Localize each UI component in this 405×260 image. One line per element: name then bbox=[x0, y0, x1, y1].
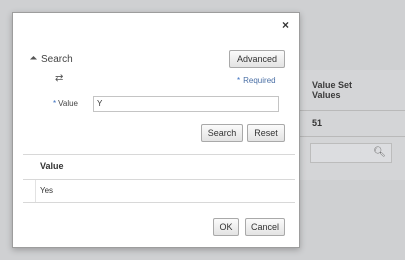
collapse-triangle-icon bbox=[29, 55, 38, 64]
row-selector[interactable] bbox=[23, 180, 36, 202]
search-dialog: × Search Advanced * Required ⇄ * Value Y S… bbox=[12, 12, 300, 248]
column-header-value[interactable]: Value bbox=[40, 161, 64, 171]
background-divider bbox=[300, 110, 405, 111]
required-legend: * Required bbox=[237, 76, 276, 85]
close-icon[interactable]: × bbox=[282, 18, 289, 32]
background-cell: 51 bbox=[312, 118, 323, 128]
value-label-text: Value bbox=[58, 99, 78, 108]
required-label: Required bbox=[243, 76, 276, 85]
table-cell: Yes bbox=[40, 186, 54, 195]
value-input[interactable]: Y bbox=[93, 96, 279, 112]
search-icon[interactable]: 🔍︎ bbox=[373, 147, 386, 158]
reset-button[interactable]: Reset bbox=[247, 124, 285, 142]
background-search-field[interactable]: 🔍︎ bbox=[310, 143, 392, 163]
background-column-header: Value Set Values bbox=[312, 80, 353, 100]
search-section-label: Search bbox=[41, 54, 73, 65]
search-section-header[interactable]: Search bbox=[29, 54, 73, 65]
required-star: * bbox=[237, 76, 241, 85]
search-button[interactable]: Search bbox=[201, 124, 243, 142]
advanced-button[interactable]: Advanced bbox=[229, 50, 285, 68]
ok-button[interactable]: OK bbox=[213, 218, 239, 236]
table-header: Value bbox=[23, 154, 295, 180]
table-row[interactable]: Yes bbox=[23, 180, 295, 203]
results-table: Value Yes bbox=[23, 154, 295, 203]
required-star: * bbox=[53, 99, 57, 108]
background-divider bbox=[300, 136, 405, 137]
swap-icon: ⇄ bbox=[55, 73, 64, 84]
cancel-button[interactable]: Cancel bbox=[245, 218, 285, 236]
value-field-label: * Value bbox=[53, 99, 78, 108]
